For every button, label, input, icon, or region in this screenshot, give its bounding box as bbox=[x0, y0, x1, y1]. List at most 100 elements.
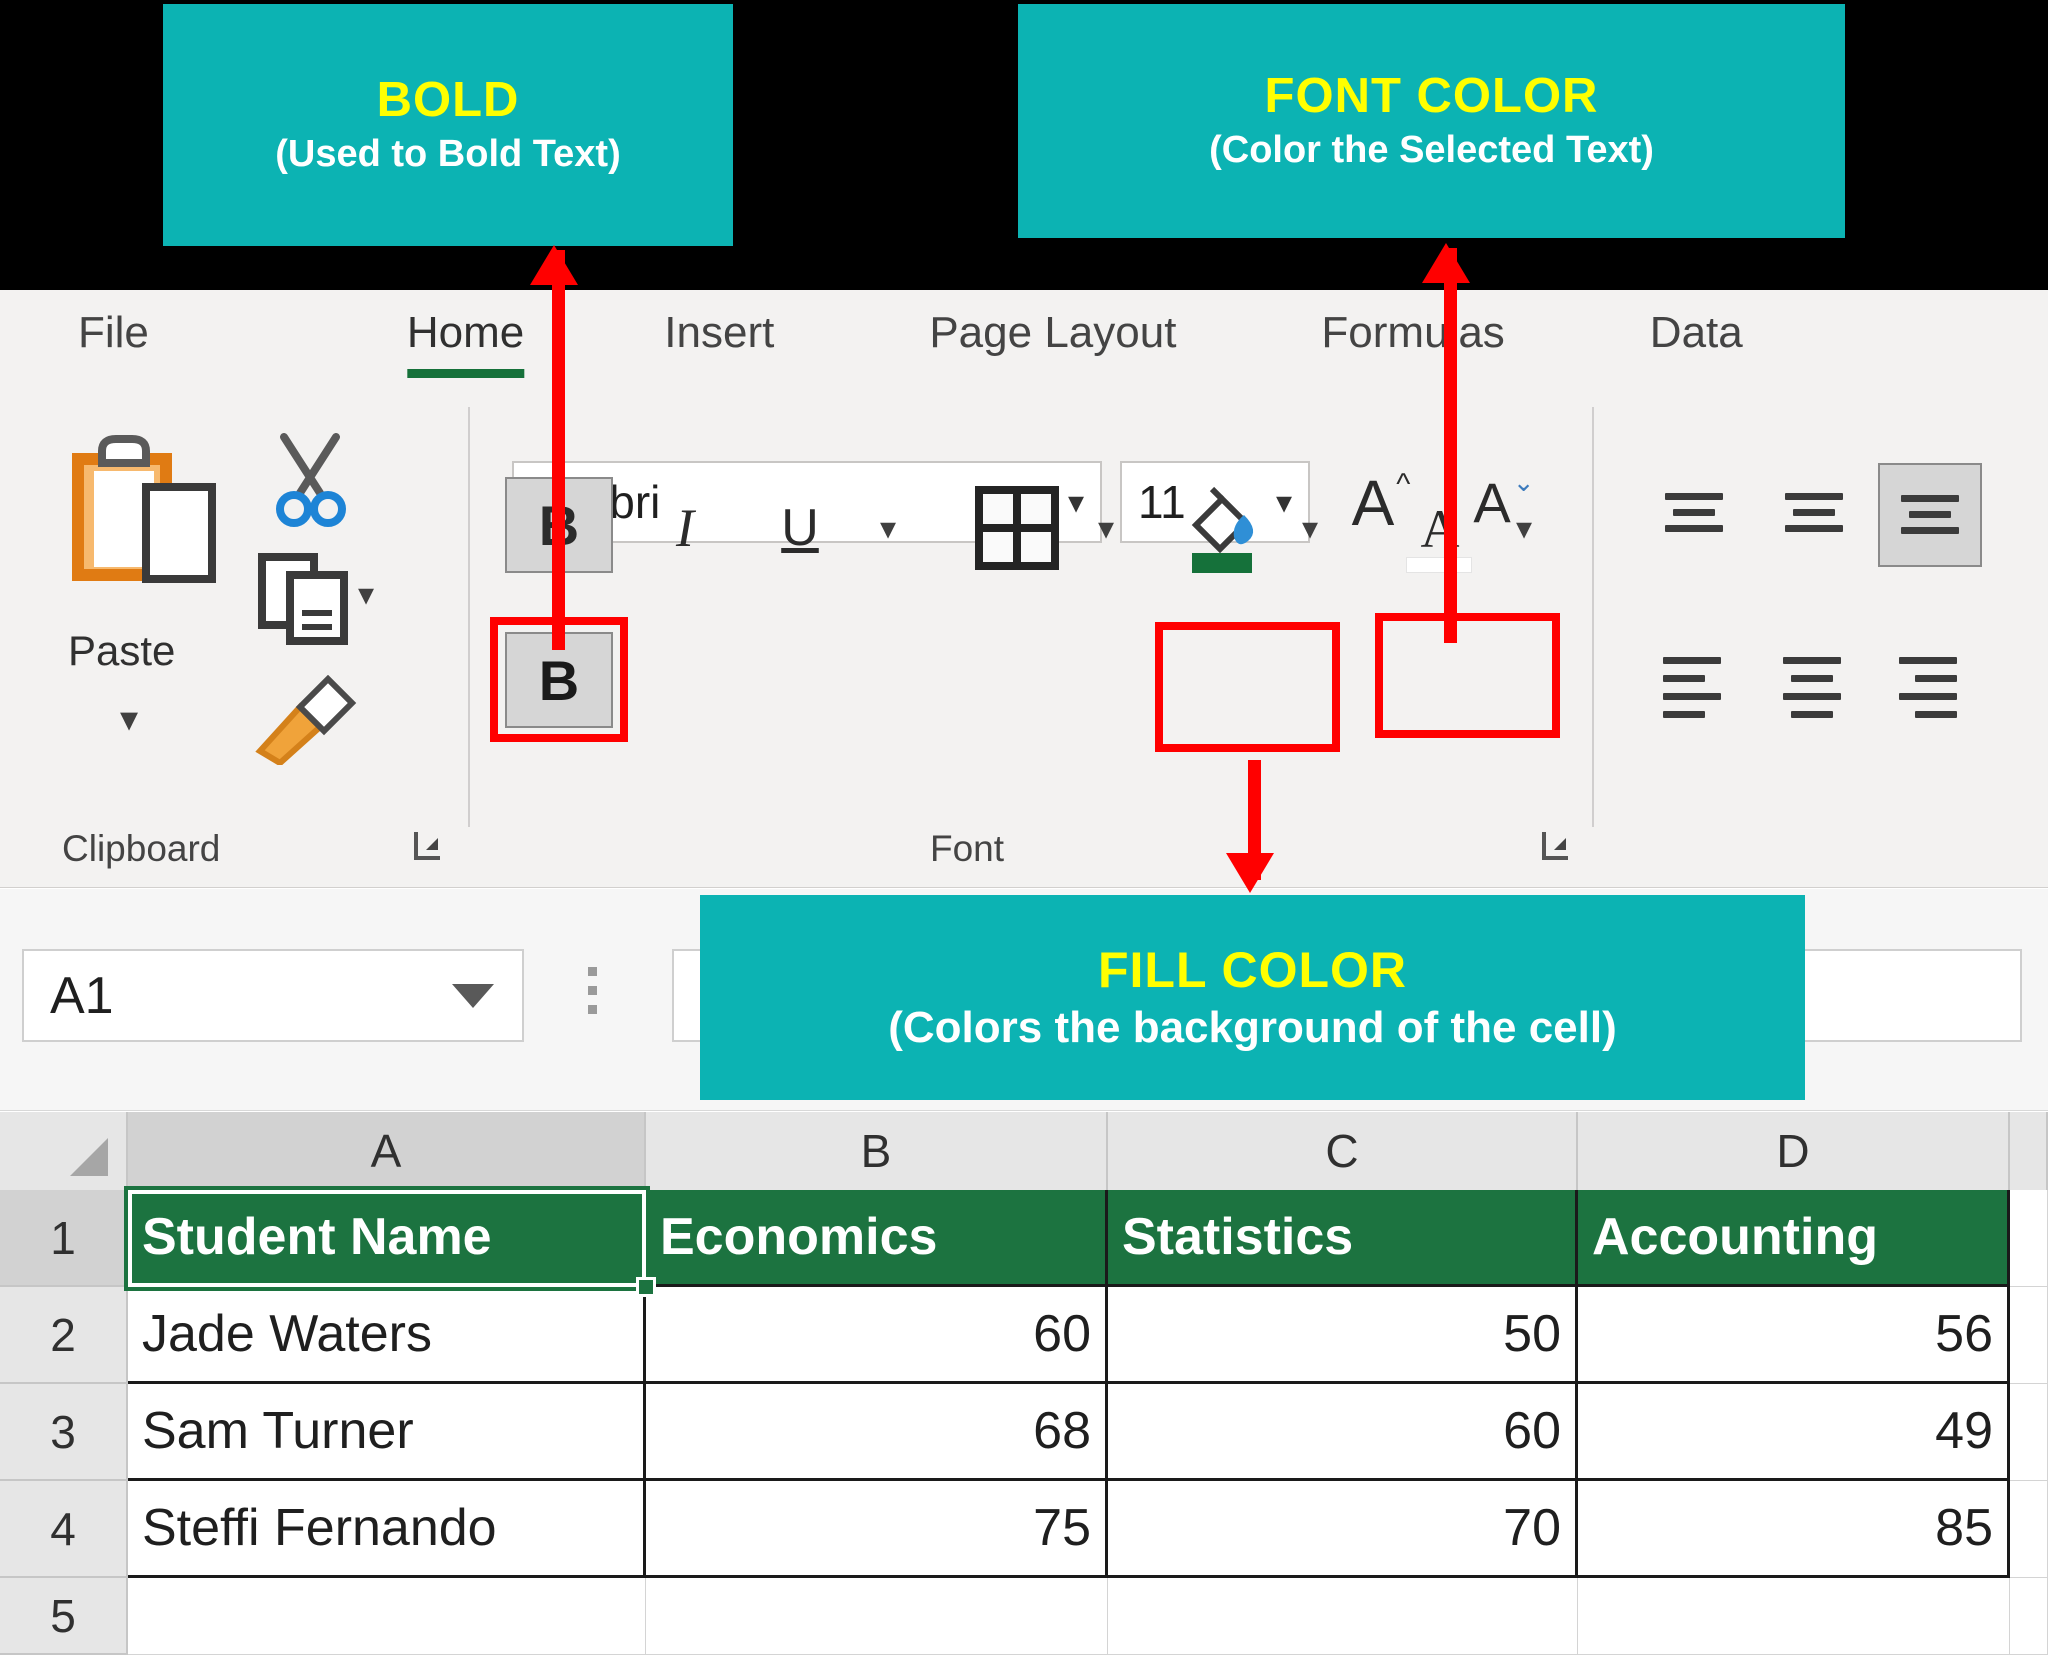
align-bottom-icon bbox=[1899, 487, 1961, 543]
align-center-button[interactable] bbox=[1768, 637, 1860, 737]
tab-page-layout-label: Page Layout bbox=[929, 308, 1176, 357]
cell-c2[interactable]: 50 bbox=[1108, 1287, 1578, 1384]
cell-a4[interactable]: Steffi Fernando bbox=[128, 1481, 646, 1578]
row-header-4[interactable]: 4 bbox=[0, 1481, 128, 1578]
cell-a1[interactable]: Student Name bbox=[128, 1190, 646, 1287]
column-header-d[interactable]: D bbox=[1578, 1112, 2010, 1190]
tab-data[interactable]: Data bbox=[1650, 308, 1743, 364]
paste-chevron-down-icon[interactable]: ▾ bbox=[120, 698, 138, 740]
cell-d4[interactable]: 85 bbox=[1578, 1481, 2010, 1578]
cell-d5[interactable] bbox=[1578, 1578, 2010, 1655]
cell-e4[interactable] bbox=[2010, 1481, 2048, 1578]
fill-color-button[interactable] bbox=[1172, 477, 1272, 581]
cell-d3[interactable]: 49 bbox=[1578, 1384, 2010, 1481]
tab-insert-label: Insert bbox=[664, 308, 774, 357]
paste-button-label[interactable]: Paste bbox=[68, 627, 175, 675]
column-header-a[interactable]: A bbox=[128, 1112, 646, 1190]
align-center-icon bbox=[1783, 653, 1845, 721]
tab-formulas[interactable]: Formulas bbox=[1321, 308, 1504, 364]
cell-b3[interactable]: 68 bbox=[646, 1384, 1108, 1481]
cell-c1[interactable]: Statistics bbox=[1108, 1190, 1578, 1287]
cell-a5[interactable] bbox=[128, 1578, 646, 1655]
tab-insert[interactable]: Insert bbox=[664, 308, 774, 364]
table-row: 3 Sam Turner 68 60 49 bbox=[0, 1384, 2048, 1481]
cell-e1[interactable] bbox=[2010, 1190, 2048, 1287]
arrow-bold-shaft bbox=[552, 250, 565, 650]
ribbon: File Home Insert Page Layout Formulas Da… bbox=[0, 290, 2048, 888]
group-divider bbox=[1592, 407, 1594, 827]
callout-bold-subtitle: (Used to Bold Text) bbox=[275, 133, 621, 176]
cell-b5[interactable] bbox=[646, 1578, 1108, 1655]
row-header-3[interactable]: 3 bbox=[0, 1384, 128, 1481]
tab-home-label: Home bbox=[407, 308, 524, 357]
borders-chevron-down-icon[interactable]: ▾ bbox=[1078, 503, 1134, 553]
copy-chevron-down-icon[interactable]: ▾ bbox=[358, 575, 374, 613]
tab-home[interactable]: Home bbox=[407, 308, 524, 364]
column-header-c[interactable]: C bbox=[1108, 1112, 1578, 1190]
underline-button[interactable]: U bbox=[755, 483, 845, 573]
underline-button-label: U bbox=[781, 498, 819, 558]
underline-chevron-down-icon[interactable]: ▾ bbox=[860, 503, 916, 553]
align-right-button[interactable] bbox=[1884, 637, 1976, 737]
italic-button-label: I bbox=[676, 497, 694, 559]
tab-data-label: Data bbox=[1650, 308, 1743, 357]
cell-b1[interactable]: Economics bbox=[646, 1190, 1108, 1287]
align-top-icon bbox=[1663, 485, 1725, 541]
fill-color-chevron-down-icon[interactable]: ▾ bbox=[1282, 503, 1338, 553]
column-header-b[interactable]: B bbox=[646, 1112, 1108, 1190]
callout-fill-color-title: FILL COLOR bbox=[1098, 943, 1407, 997]
formula-bar-more-icon[interactable] bbox=[588, 967, 597, 1014]
align-left-button[interactable] bbox=[1648, 637, 1740, 737]
borders-button[interactable] bbox=[970, 481, 1064, 575]
callout-bold: BOLD (Used to Bold Text) bbox=[163, 4, 733, 246]
row-header-1[interactable]: 1 bbox=[0, 1190, 128, 1287]
copy-icon[interactable] bbox=[258, 553, 350, 650]
cell-b4[interactable]: 75 bbox=[646, 1481, 1108, 1578]
cell-e5[interactable] bbox=[2010, 1578, 2048, 1655]
name-box[interactable]: A1 bbox=[22, 949, 524, 1042]
callout-font-color-title: FONT COLOR bbox=[1265, 70, 1599, 123]
select-all-corner[interactable] bbox=[0, 1112, 128, 1190]
callout-bold-title: BOLD bbox=[377, 74, 520, 127]
align-bottom-button[interactable] bbox=[1878, 463, 1982, 567]
font-dialog-launcher-icon[interactable] bbox=[1540, 830, 1572, 864]
tab-formulas-label: Formulas bbox=[1321, 308, 1504, 357]
clipboard-dialog-launcher-icon[interactable] bbox=[412, 830, 444, 864]
table-row: 2 Jade Waters 60 50 56 bbox=[0, 1287, 2048, 1384]
font-color-button[interactable]: A bbox=[1392, 477, 1488, 581]
align-middle-button[interactable] bbox=[1768, 467, 1860, 559]
cell-a2[interactable]: Jade Waters bbox=[128, 1287, 646, 1384]
callout-font-color: FONT COLOR (Color the Selected Text) bbox=[1018, 4, 1845, 238]
cell-d2[interactable]: 56 bbox=[1578, 1287, 2010, 1384]
cell-e3[interactable] bbox=[2010, 1384, 2048, 1481]
cell-b2[interactable]: 60 bbox=[646, 1287, 1108, 1384]
tab-page-layout[interactable]: Page Layout bbox=[929, 308, 1176, 364]
row-header-2[interactable]: 2 bbox=[0, 1287, 128, 1384]
font-group-label: Font bbox=[930, 828, 1004, 870]
cell-c3[interactable]: 60 bbox=[1108, 1384, 1578, 1481]
column-header-e[interactable] bbox=[2010, 1112, 2048, 1190]
tab-file[interactable]: File bbox=[78, 308, 149, 364]
arrow-font-color-head bbox=[1422, 243, 1470, 283]
cell-c5[interactable] bbox=[1108, 1578, 1578, 1655]
align-top-button[interactable] bbox=[1648, 467, 1740, 559]
cell-d1[interactable]: Accounting bbox=[1578, 1190, 2010, 1287]
cell-e2[interactable] bbox=[2010, 1287, 2048, 1384]
ribbon-tab-strip: File Home Insert Page Layout Formulas Da… bbox=[0, 290, 2048, 382]
cell-c4[interactable]: 70 bbox=[1108, 1481, 1578, 1578]
font-color-chevron-down-icon[interactable]: ▾ bbox=[1496, 503, 1552, 553]
increase-font-size-label: A bbox=[1352, 466, 1395, 540]
cut-icon[interactable] bbox=[268, 433, 354, 534]
row-header-5[interactable]: 5 bbox=[0, 1578, 128, 1655]
fill-handle[interactable] bbox=[636, 1277, 656, 1297]
highlight-box-font-color bbox=[1375, 613, 1560, 738]
callout-font-color-subtitle: (Color the Selected Text) bbox=[1209, 129, 1654, 172]
align-left-icon bbox=[1663, 653, 1725, 721]
italic-button[interactable]: I bbox=[640, 483, 730, 573]
name-box-value: A1 bbox=[24, 966, 114, 1026]
ribbon-groups: Paste ▾ ▾ Clipboard bbox=[0, 385, 2048, 888]
cell-a3[interactable]: Sam Turner bbox=[128, 1384, 646, 1481]
name-box-caret-down-icon[interactable] bbox=[452, 984, 494, 1008]
format-painter-icon[interactable] bbox=[248, 675, 358, 770]
paste-icon[interactable] bbox=[70, 435, 220, 610]
